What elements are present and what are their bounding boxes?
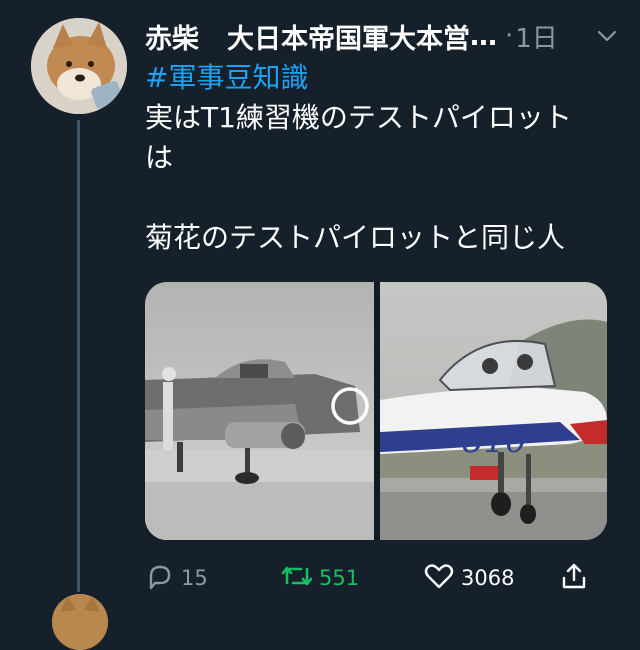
retweet-button[interactable]: 551	[281, 560, 359, 596]
tweet-timestamp[interactable]: 1日	[515, 18, 558, 55]
tweet-body-line: 実はT1練習機のテストパイロット	[145, 101, 572, 134]
reply-icon	[145, 561, 175, 595]
hashtag-link[interactable]: #軍事豆知識	[145, 61, 308, 94]
svg-text:810: 810	[462, 421, 527, 461]
tweet-header: 赤柴 大日本帝国軍大本営 … · 1日	[145, 16, 625, 56]
retweet-count: 551	[319, 566, 360, 590]
chevron-down-icon[interactable]	[595, 24, 619, 48]
reply-button[interactable]: 15	[145, 560, 208, 596]
author-handle[interactable]: 大日本帝国軍大本営	[227, 17, 470, 56]
media-gallery: 810	[145, 282, 607, 540]
tweet-text: #軍事豆知識 実はT1練習機のテストパイロット は 菊花のテストパイロットと同じ…	[145, 58, 615, 258]
heart-icon	[423, 561, 455, 595]
like-count: 3068	[461, 566, 515, 590]
author-name[interactable]: 赤柴	[145, 17, 199, 56]
avatar[interactable]	[31, 18, 127, 114]
photo-t1-trainer[interactable]: 810	[380, 282, 607, 540]
handle-ellipsis: …	[470, 20, 497, 52]
tweet-action-bar: 15 551 3068	[145, 560, 615, 596]
photo-kikka-jet[interactable]	[145, 282, 374, 540]
share-icon	[559, 561, 589, 595]
tweet-body-line: は	[145, 141, 174, 174]
thread-connector-line	[77, 120, 80, 592]
reply-count: 15	[181, 566, 208, 590]
retweet-icon	[281, 561, 313, 595]
next-tweet-avatar[interactable]	[52, 594, 108, 650]
share-button[interactable]	[559, 560, 589, 596]
like-button[interactable]: 3068	[423, 560, 514, 596]
meta-separator: ·	[505, 21, 514, 51]
tweet-body-line: 菊花のテストパイロットと同じ人	[145, 221, 566, 254]
